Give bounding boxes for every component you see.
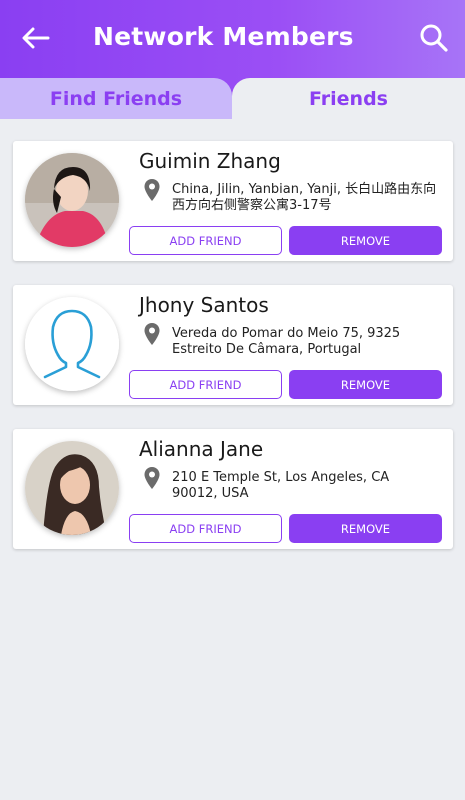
- member-name: Guimin Zhang: [139, 149, 281, 173]
- member-card: Alianna Jane 210 E Temple St, Los Angele…: [13, 429, 453, 549]
- avatar: [25, 297, 119, 391]
- remove-button[interactable]: REMOVE: [289, 370, 442, 399]
- address-line-2: 90012, USA: [172, 486, 249, 501]
- avatar-photo: [25, 153, 119, 247]
- page-title: Network Members: [93, 22, 354, 51]
- remove-button[interactable]: REMOVE: [289, 226, 442, 255]
- search-icon: [420, 24, 448, 52]
- remove-button[interactable]: REMOVE: [289, 514, 442, 543]
- add-friend-button[interactable]: ADD FRIEND: [129, 226, 282, 255]
- member-card: Guimin Zhang China, Jilin, Yanbian, Yanj…: [13, 141, 453, 261]
- tab-find-friends[interactable]: Find Friends: [0, 78, 232, 119]
- member-address: Vereda do Pomar do Meio 75, 9325 Estreit…: [172, 326, 442, 358]
- member-card: Jhony Santos Vereda do Pomar do Meio 75,…: [13, 285, 453, 405]
- back-button[interactable]: [18, 20, 54, 56]
- search-button[interactable]: [414, 18, 454, 58]
- address-line-1: China, Jilin, Yanbian, Yanji, 长白山路由东向: [172, 182, 437, 197]
- avatar: [25, 441, 119, 535]
- person-placeholder-icon: [25, 297, 119, 391]
- member-address: 210 E Temple St, Los Angeles, CA 90012, …: [172, 470, 442, 502]
- address-line-1: 210 E Temple St, Los Angeles, CA: [172, 470, 390, 485]
- add-friend-button[interactable]: ADD FRIEND: [129, 370, 282, 399]
- arrow-left-icon: [22, 27, 50, 49]
- location-pin-icon: [144, 467, 160, 489]
- member-address: China, Jilin, Yanbian, Yanji, 长白山路由东向 西方…: [172, 182, 442, 214]
- location-pin-icon: [144, 323, 160, 345]
- avatar: [25, 153, 119, 247]
- member-name: Alianna Jane: [139, 437, 264, 461]
- add-friend-button[interactable]: ADD FRIEND: [129, 514, 282, 543]
- avatar-photo: [25, 441, 119, 535]
- address-line-2: Estreito De Câmara, Portugal: [172, 342, 362, 357]
- address-line-2: 西方向右侧警察公寓3-17号: [172, 198, 332, 213]
- member-name: Jhony Santos: [139, 293, 269, 317]
- address-line-1: Vereda do Pomar do Meio 75, 9325: [172, 326, 401, 341]
- tab-friends[interactable]: Friends: [232, 78, 465, 119]
- location-pin-icon: [144, 179, 160, 201]
